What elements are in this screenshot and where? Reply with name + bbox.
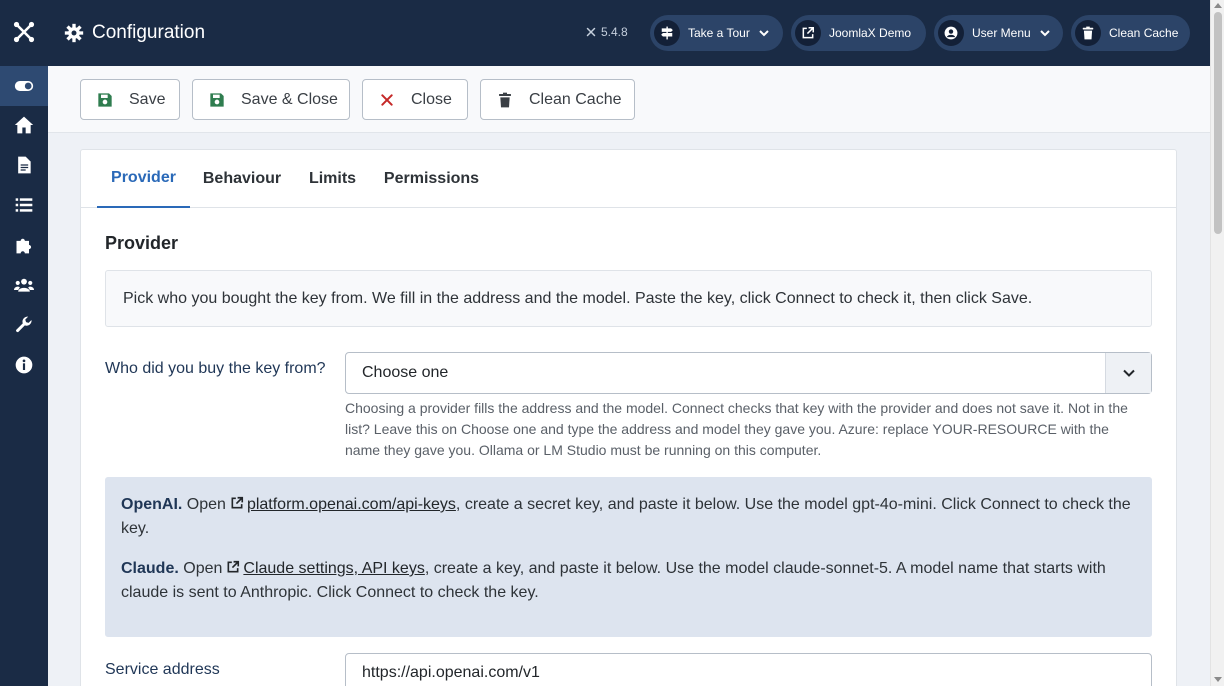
tab-provider[interactable]: Provider — [97, 150, 190, 208]
version-badge: 5.4.8 — [585, 25, 628, 39]
provider-help-text: Choosing a provider fills the address an… — [345, 400, 1128, 458]
site-preview-label: JoomlaX Demo — [829, 26, 912, 40]
openai-instructions: OpenAI. Open platform.openai.com/api-keys… — [121, 493, 1136, 541]
header-clean-cache-button[interactable]: Clean Cache — [1071, 15, 1190, 51]
users-icon — [14, 278, 34, 292]
wrench-icon — [16, 316, 32, 333]
save-label: Save — [129, 90, 166, 108]
save-button[interactable]: Save — [80, 79, 180, 120]
trash-icon — [499, 92, 511, 107]
openai-pre: Open — [186, 496, 226, 513]
intro-alert: Pick who you bought the key from. We fil… — [105, 270, 1152, 327]
tab-limits[interactable]: Limits — [294, 150, 371, 208]
header-bar: Configuration 5.4.8 Take a Tour JoomlaX … — [48, 0, 1210, 66]
sidebar-item-users[interactable] — [0, 265, 48, 305]
page-title-wrap: Configuration — [64, 20, 205, 46]
config-card: Provider Behaviour Limits Permissions Pr… — [80, 149, 1177, 686]
signpost-icon — [661, 26, 673, 40]
close-icon — [381, 93, 393, 106]
external-link-icon — [231, 496, 244, 509]
openai-api-keys-link[interactable]: platform.openai.com/api-keys — [247, 496, 456, 513]
section-title: Provider — [105, 233, 179, 253]
action-toolbar: Save Save & Close Close Clean Cache — [48, 66, 1210, 133]
sidebar-item-system[interactable] — [0, 305, 48, 345]
sidebar-item-help[interactable] — [0, 345, 48, 385]
chevron-down-icon — [1122, 369, 1135, 377]
joomla-logo-icon[interactable] — [12, 20, 36, 44]
external-link-icon — [802, 26, 815, 39]
site-preview-button[interactable]: JoomlaX Demo — [791, 15, 926, 51]
info-icon — [15, 356, 33, 374]
claude-instructions: Claude. Open Claude settings, API keys, c… — [121, 557, 1136, 605]
tab-permissions[interactable]: Permissions — [371, 150, 492, 208]
scrollbar-thumb[interactable] — [1214, 12, 1222, 234]
sidebar-item-content[interactable] — [0, 145, 48, 185]
home-icon — [14, 116, 34, 134]
sidebar-item-menus[interactable] — [0, 185, 48, 225]
chevron-down-icon — [1039, 30, 1050, 37]
openai-name: OpenAI. — [121, 496, 183, 513]
claude-pre: Open — [183, 560, 223, 577]
take-a-tour-button[interactable]: Take a Tour — [650, 15, 783, 51]
select-toggle[interactable] — [1105, 353, 1151, 393]
save-icon — [98, 92, 112, 107]
list-icon — [15, 198, 33, 212]
clean-cache-label: Clean Cache — [529, 90, 622, 108]
scroll-down-arrow[interactable] — [1214, 677, 1222, 682]
version-text: 5.4.8 — [601, 25, 628, 39]
tab-bar: Provider Behaviour Limits Permissions — [81, 150, 1176, 208]
toggle-icon — [14, 81, 34, 91]
close-button[interactable]: Close — [362, 79, 468, 120]
sidebar — [0, 0, 48, 686]
service-address-label: Service address — [105, 661, 220, 678]
provider-select-value: Choose one — [362, 364, 449, 381]
scroll-up-arrow[interactable] — [1214, 3, 1222, 8]
page-scrollbar[interactable] — [1210, 0, 1224, 686]
user-menu-label: User Menu — [972, 26, 1031, 40]
user-menu-button[interactable]: User Menu — [934, 15, 1063, 51]
provider-select-label: Who did you buy the key from? — [105, 360, 326, 377]
save-close-label: Save & Close — [241, 90, 338, 108]
provider-info-box: OpenAI. Open platform.openai.com/api-keys… — [105, 477, 1152, 637]
clean-cache-button[interactable]: Clean Cache — [480, 79, 635, 120]
puzzle-icon — [16, 238, 32, 254]
trash-icon — [1082, 26, 1094, 40]
gear-icon — [64, 23, 84, 43]
save-close-button[interactable]: Save & Close — [192, 79, 350, 120]
claude-name: Claude. — [121, 560, 179, 577]
claude-api-keys-link[interactable]: Claude settings, API keys — [243, 560, 424, 577]
save-icon — [210, 92, 224, 107]
header-clean-cache-label: Clean Cache — [1109, 26, 1179, 40]
page-title: Configuration — [92, 22, 206, 43]
user-icon — [944, 26, 958, 40]
sidebar-item-extensions[interactable] — [0, 225, 48, 265]
chevron-down-icon — [759, 30, 769, 37]
sidebar-item-home[interactable] — [0, 105, 48, 145]
external-link-icon — [227, 560, 240, 573]
sidebar-item-toggle-menu[interactable] — [0, 66, 48, 106]
close-label: Close — [411, 90, 452, 108]
tab-behaviour[interactable]: Behaviour — [190, 150, 294, 208]
take-a-tour-label: Take a Tour — [688, 26, 750, 40]
provider-select[interactable]: Choose one — [345, 352, 1152, 394]
service-address-input[interactable]: https://api.openai.com/v1 — [345, 653, 1152, 686]
joomla-version-icon — [586, 27, 596, 37]
article-icon — [18, 156, 31, 174]
